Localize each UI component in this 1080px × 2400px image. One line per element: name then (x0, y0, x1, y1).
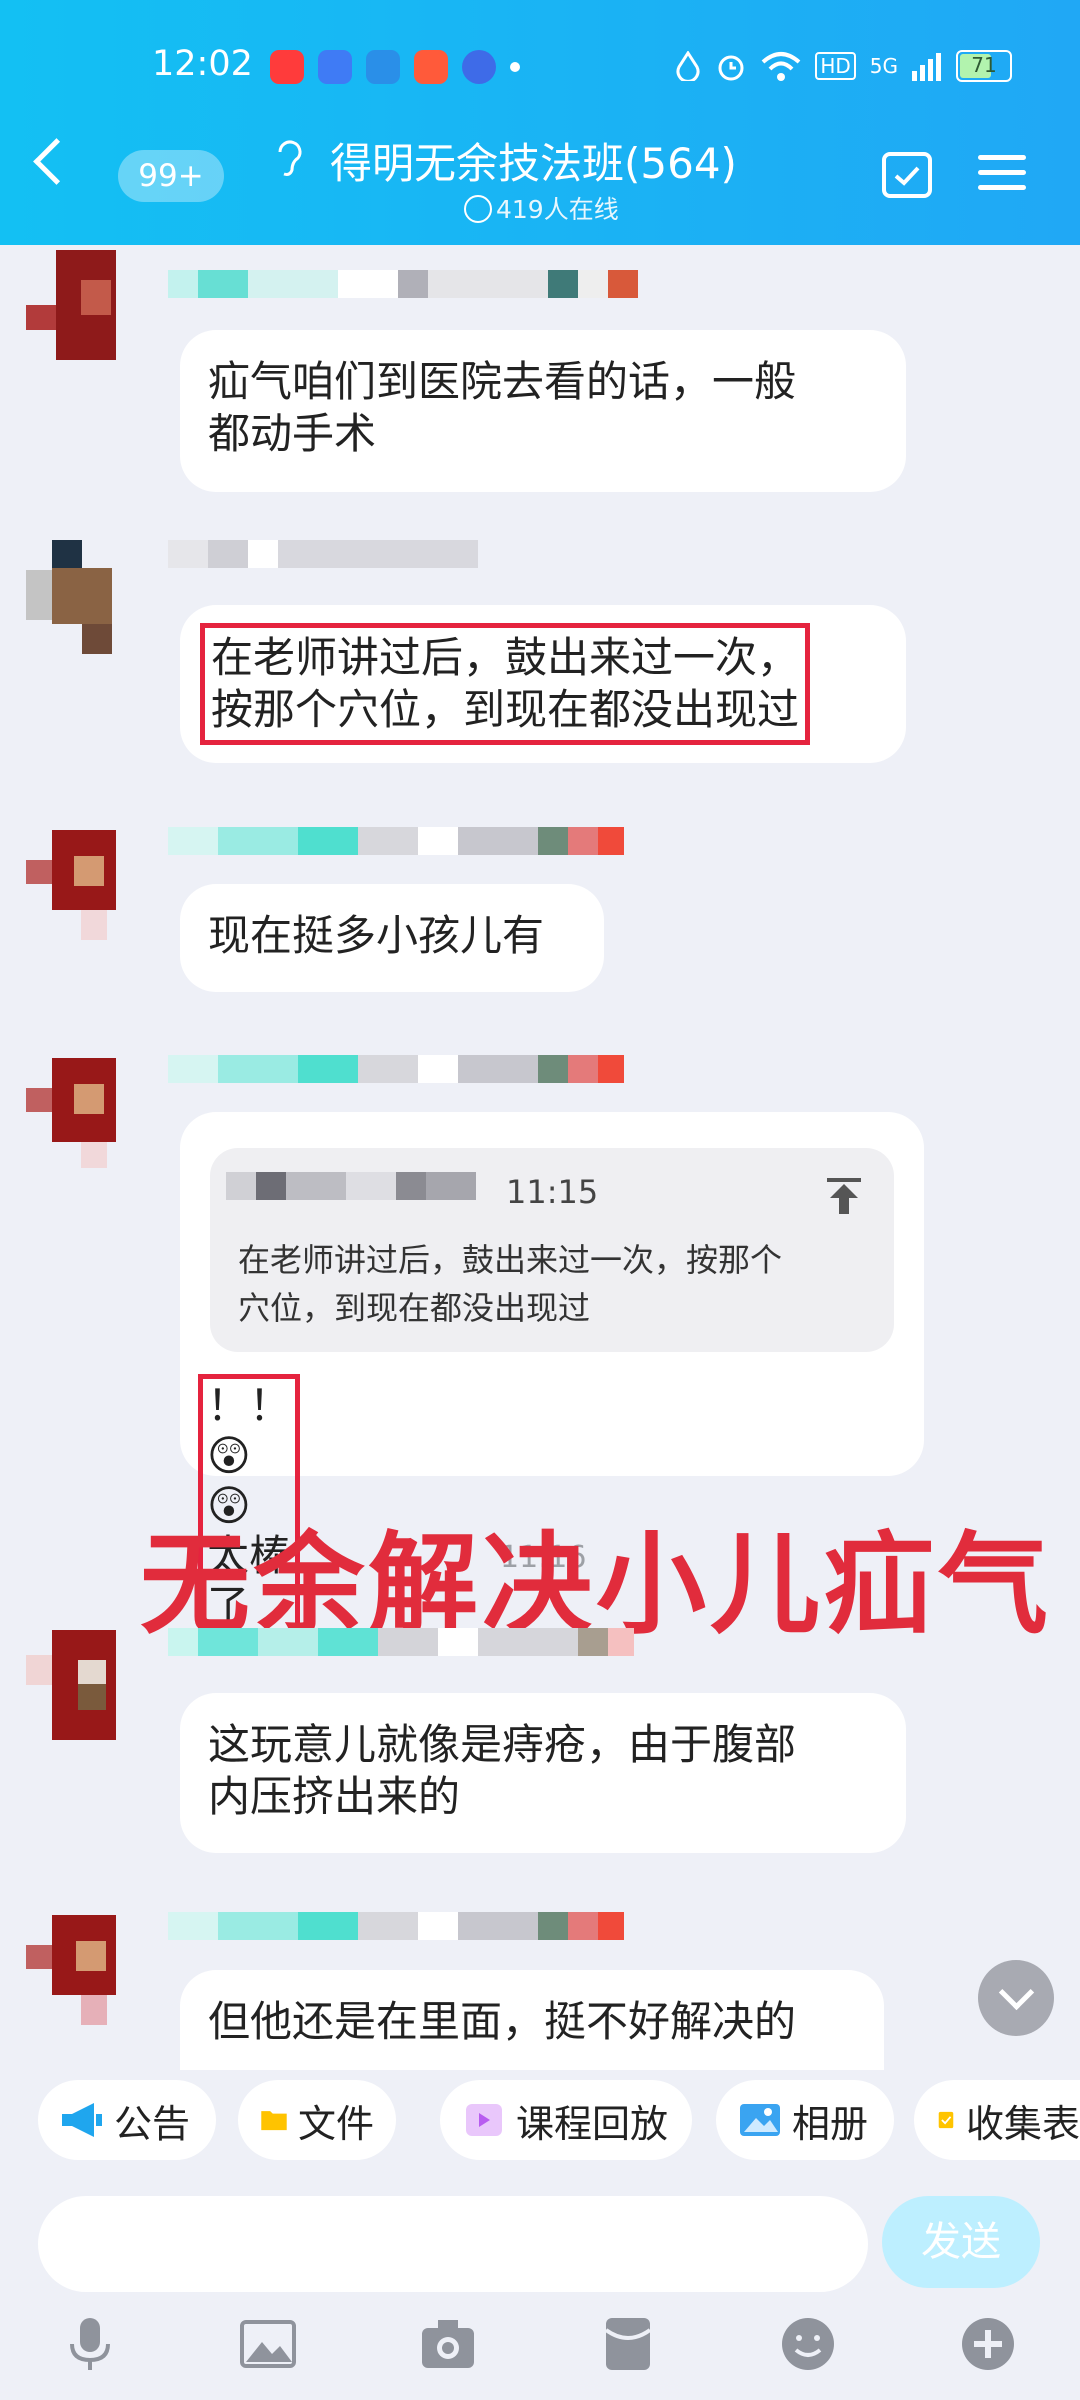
online-count: 419人在线 (496, 195, 619, 224)
avatar[interactable] (26, 540, 136, 654)
chip-label: 公告 (114, 2101, 191, 2146)
composer-actions (0, 2300, 1080, 2400)
status-app-icons (270, 50, 520, 84)
xiaohongshu-app-icon (414, 50, 448, 84)
scroll-to-bottom-button[interactable] (978, 1960, 1054, 2036)
message-bubble[interactable]: 现在挺多小孩儿有 (180, 884, 604, 992)
message-text-line: 内压挤出来的 (208, 1772, 461, 1821)
message-text: 但他还是在里面，挺不好解决的 (208, 1997, 797, 2046)
k-app-icon (462, 50, 496, 84)
photo-icon (740, 2104, 780, 2136)
camera-icon[interactable] (418, 2314, 478, 2374)
calendar-check-icon[interactable] (882, 152, 932, 198)
alarm-icon (718, 55, 744, 81)
back-icon[interactable] (33, 138, 80, 185)
checklist-icon (938, 2111, 954, 2129)
message-text-line: 按那个穴位，到现在都没出现过 (211, 685, 800, 734)
chip-collection-form[interactable]: 收集表 (914, 2080, 1080, 2160)
emoji-icon[interactable] (778, 2314, 838, 2374)
menu-icon[interactable] (978, 153, 1026, 193)
nickname-blurred (168, 1912, 624, 1944)
red-packet-icon[interactable] (598, 2314, 658, 2374)
video-app-icon (270, 50, 304, 84)
avatar[interactable] (26, 1915, 136, 2025)
microphone-icon[interactable] (60, 2314, 120, 2374)
group-tools-bar: 公告 文件 课程回放 相册 收集表 (0, 2070, 1080, 2170)
chip-label: 相册 (792, 2101, 869, 2146)
message-bubble[interactable]: 疝气咱们到医院去看的话，一般 都动手术 (180, 330, 906, 492)
image-icon[interactable] (238, 2314, 298, 2374)
avatar[interactable] (26, 1058, 136, 1168)
nickname-blurred (168, 540, 478, 572)
jump-to-original-icon[interactable] (827, 1178, 861, 1214)
chip-label: 课程回放 (516, 2101, 669, 2146)
message-text-line: 这玩意儿就像是痔疮，由于腹部 (208, 1720, 797, 1769)
folder-icon (261, 2111, 287, 2131)
message-text-line: 都动手术 (208, 409, 377, 458)
battery-icon: 71 (956, 50, 1012, 82)
nickname-blurred (168, 1055, 624, 1087)
highlight-box: 在老师讲过后，鼓出来过一次， 按那个穴位，到现在都没出现过 (200, 623, 811, 745)
telegram-app-icon (366, 50, 400, 84)
hd-label: HD (815, 52, 856, 80)
signal-icon (912, 53, 941, 81)
baidu-app-icon (318, 50, 352, 84)
battery-level: 71 (971, 53, 997, 77)
video-icon (466, 2104, 502, 2136)
nickname-blurred (168, 270, 638, 302)
nickname-blurred (168, 827, 624, 859)
status-time: 12:02 (152, 44, 253, 84)
ear-icon[interactable] (272, 138, 306, 178)
quoted-time: 11:15 (506, 1173, 599, 1211)
message-bubble[interactable]: 但他还是在里面，挺不好解决的 (180, 1970, 884, 2070)
group-title[interactable]: 得明无余技法班(564) (330, 130, 737, 191)
unread-badge[interactable]: 99+ (118, 150, 224, 202)
chip-label: 收集表 (965, 2101, 1080, 2146)
message-input[interactable] (38, 2196, 868, 2292)
quoted-text: 在老师讲过后，鼓出来过一次，按那个 穴位，到现在都没出现过 (238, 1236, 848, 1332)
quoted-nickname-blurred (226, 1172, 476, 1204)
status-indicators: HD 5G 71 (675, 50, 1012, 82)
more-dot-icon (510, 62, 520, 72)
reply-prefix: ！！ (207, 1381, 292, 1430)
chip-album[interactable]: 相册 (716, 2080, 894, 2160)
chip-label: 文件 (297, 2101, 374, 2146)
message-bubble-highlighted[interactable]: 在老师讲过后，鼓出来过一次， 按那个穴位，到现在都没出现过 (180, 605, 906, 763)
chip-files[interactable]: 文件 (238, 2080, 396, 2160)
nickname-blurred (168, 1628, 634, 1660)
chip-announcement[interactable]: 公告 (38, 2080, 216, 2160)
online-status-icon (464, 195, 492, 223)
data-saver-icon (676, 51, 700, 81)
plus-icon[interactable] (958, 2314, 1018, 2374)
message-bubble[interactable]: 这玩意儿就像是痔疮，由于腹部 内压挤出来的 (180, 1693, 906, 1853)
avatar[interactable] (26, 250, 136, 360)
quoted-text-line: 在老师讲过后，鼓出来过一次，按那个 (238, 1241, 783, 1279)
chip-course-replay[interactable]: 课程回放 (440, 2080, 692, 2160)
message-text: 现在挺多小孩儿有 (208, 911, 545, 960)
avatar[interactable] (26, 830, 136, 940)
avatar[interactable] (26, 1630, 136, 1740)
message-text-line: 在老师讲过后，鼓出来过一次， (211, 633, 800, 682)
message-text-line: 疝气咱们到医院去看的话，一般 (208, 357, 797, 406)
megaphone-icon (62, 2103, 102, 2137)
chat-header: 12:02 HD 5G 71 99+ 得明无余技法班(564) 419人在线 (0, 0, 1080, 245)
wifi-icon (761, 52, 801, 81)
send-button[interactable]: 发送 (882, 2196, 1040, 2288)
network-label: 5G (869, 54, 898, 78)
quoted-text-line: 穴位，到现在都没出现过 (238, 1289, 591, 1327)
